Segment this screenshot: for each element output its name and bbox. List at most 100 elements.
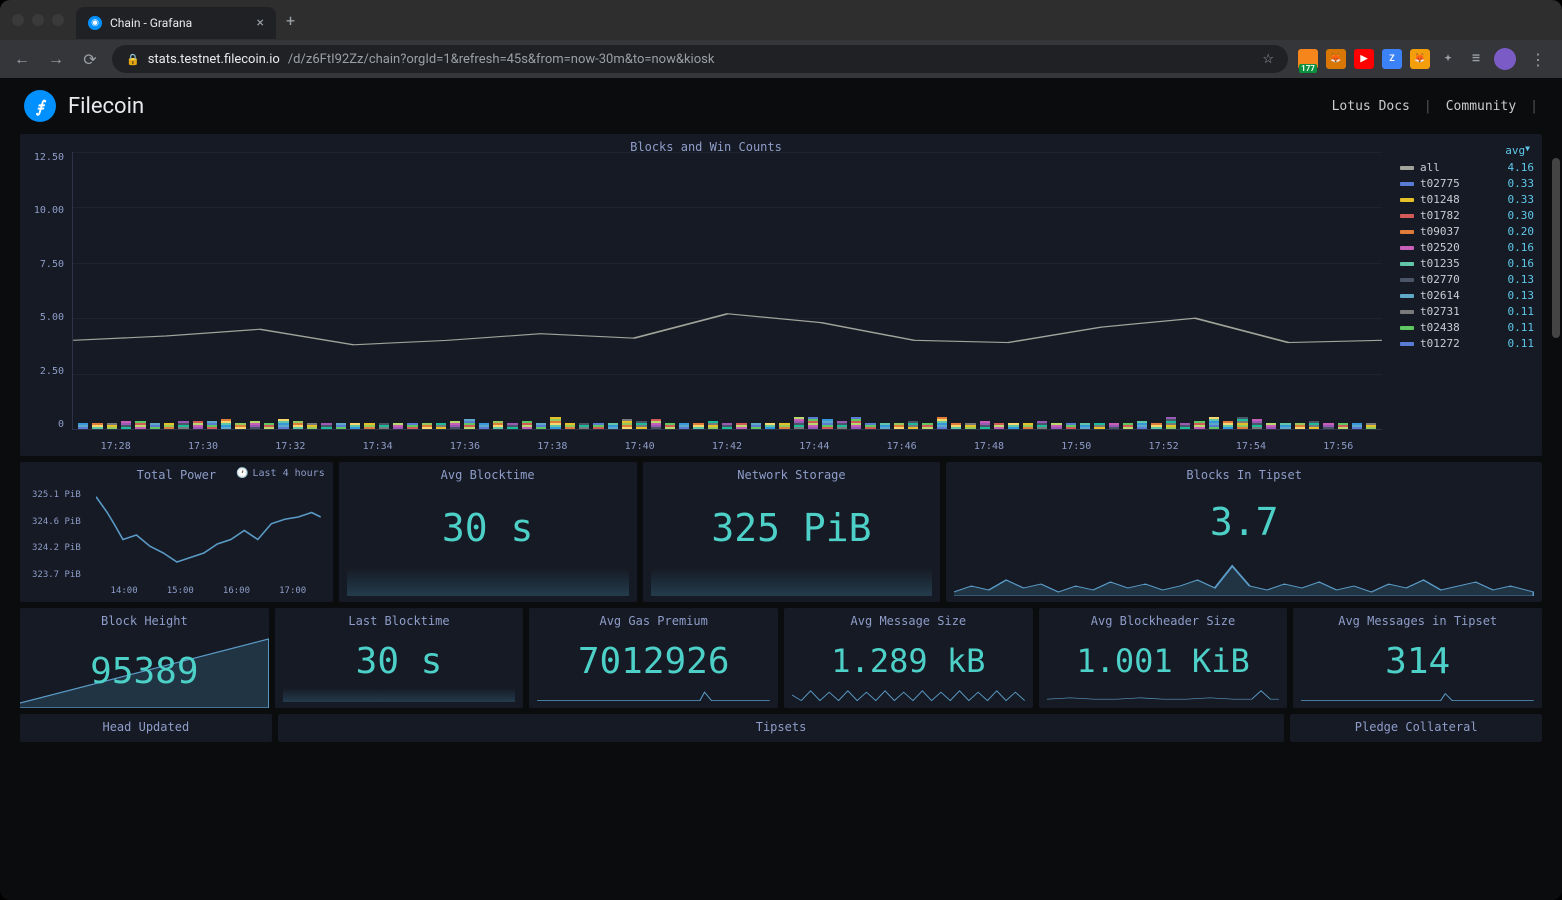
browser-tab[interactable]: ◉ Chain - Grafana ×: [76, 7, 276, 39]
bar[interactable]: [1252, 419, 1262, 429]
bar[interactable]: [1352, 423, 1362, 429]
legend-item[interactable]: t017820.30: [1400, 209, 1534, 222]
legend-item[interactable]: t027750.33: [1400, 177, 1534, 190]
bar[interactable]: [708, 421, 718, 429]
panel-last-blocktime[interactable]: Last Blocktime 30 s: [275, 608, 524, 708]
panel-blocks-win-counts[interactable]: Blocks and Win Counts 12.5010.007.505.00…: [20, 134, 1542, 456]
bar[interactable]: [765, 423, 775, 429]
bar[interactable]: [608, 423, 618, 429]
bar[interactable]: [1023, 423, 1033, 429]
bar[interactable]: [593, 423, 603, 429]
forward-button[interactable]: →: [44, 49, 68, 69]
bar[interactable]: [1237, 417, 1247, 429]
extension-icon[interactable]: Z: [1382, 49, 1402, 69]
panel-block-height[interactable]: Block Height 95389: [20, 608, 269, 708]
bar[interactable]: [107, 423, 117, 429]
extension-icon[interactable]: 🦊: [1410, 49, 1430, 69]
bar[interactable]: [722, 423, 732, 429]
extension-icon[interactable]: ▶: [1354, 49, 1374, 69]
bar[interactable]: [178, 421, 188, 429]
legend-item[interactable]: t026140.13: [1400, 289, 1534, 302]
bar[interactable]: [565, 423, 575, 429]
panel-network-storage[interactable]: Network Storage 325 PiB: [643, 462, 941, 602]
bar[interactable]: [1338, 423, 1348, 429]
profile-avatar[interactable]: [1494, 48, 1516, 70]
minimize-window-button[interactable]: [32, 14, 44, 26]
bar[interactable]: [894, 423, 904, 429]
bar[interactable]: [922, 423, 932, 429]
bar[interactable]: [1080, 423, 1090, 429]
panel-pledge-collateral[interactable]: Pledge Collateral: [1290, 714, 1542, 742]
nav-lotus-docs[interactable]: Lotus Docs: [1332, 99, 1410, 114]
legend-item[interactable]: t024380.11: [1400, 321, 1534, 334]
bar[interactable]: [1008, 423, 1018, 429]
bar[interactable]: [822, 419, 832, 429]
bar[interactable]: [1166, 417, 1176, 429]
legend-item[interactable]: t090370.20: [1400, 225, 1534, 238]
bar[interactable]: [1180, 423, 1190, 429]
panel-head-updated[interactable]: Head Updated: [20, 714, 272, 742]
browser-menu-button[interactable]: ⋮: [1524, 50, 1552, 69]
close-window-button[interactable]: [12, 14, 24, 26]
bar[interactable]: [779, 423, 789, 429]
legend-item[interactable]: t012350.16: [1400, 257, 1534, 270]
bar[interactable]: [321, 423, 331, 429]
bar[interactable]: [407, 423, 417, 429]
bar[interactable]: [422, 423, 432, 429]
bar[interactable]: [121, 421, 131, 429]
bar[interactable]: [1223, 421, 1233, 429]
maximize-window-button[interactable]: [52, 14, 64, 26]
legend-item[interactable]: all4.16: [1400, 161, 1534, 174]
reload-button[interactable]: ⟳: [78, 50, 102, 69]
panel-avg-blocktime[interactable]: Avg Blocktime 30 s: [339, 462, 637, 602]
bar[interactable]: [951, 423, 961, 429]
bar[interactable]: [250, 421, 260, 429]
bar[interactable]: [135, 421, 145, 429]
bar[interactable]: [1051, 423, 1061, 429]
bar[interactable]: [1266, 423, 1276, 429]
legend-item[interactable]: t012720.11: [1400, 337, 1534, 350]
url-bar[interactable]: 🔒 stats.testnet.filecoin.io/d/z6FtI92Zz/…: [112, 45, 1288, 73]
panel-blocks-in-tipset[interactable]: Blocks In Tipset 3.7: [946, 462, 1542, 602]
bar[interactable]: [536, 423, 546, 429]
extension-metamask-icon[interactable]: 177: [1298, 49, 1318, 69]
reading-list-icon[interactable]: ☰: [1466, 49, 1486, 69]
bar[interactable]: [1123, 423, 1133, 429]
bar[interactable]: [1066, 423, 1076, 429]
bar[interactable]: [636, 421, 646, 429]
bar[interactable]: [493, 421, 503, 429]
bar[interactable]: [1366, 423, 1376, 429]
bar[interactable]: [851, 417, 861, 429]
bar[interactable]: [837, 421, 847, 429]
legend-item[interactable]: t012480.33: [1400, 193, 1534, 206]
bar[interactable]: [908, 421, 918, 429]
bar[interactable]: [307, 423, 317, 429]
bar[interactable]: [436, 423, 446, 429]
bar[interactable]: [450, 421, 460, 429]
legend-item[interactable]: t025200.16: [1400, 241, 1534, 254]
scrollbar-thumb[interactable]: [1552, 158, 1560, 338]
bar[interactable]: [965, 423, 975, 429]
bar[interactable]: [464, 419, 474, 429]
bar[interactable]: [1280, 423, 1290, 429]
bar[interactable]: [794, 417, 804, 429]
bar[interactable]: [1151, 423, 1161, 429]
legend-item[interactable]: t027700.13: [1400, 273, 1534, 286]
bar[interactable]: [264, 423, 274, 429]
bar[interactable]: [1295, 423, 1305, 429]
bar[interactable]: [1137, 421, 1147, 429]
bar[interactable]: [808, 417, 818, 429]
bar[interactable]: [736, 423, 746, 429]
bar[interactable]: [651, 419, 661, 429]
bar[interactable]: [622, 419, 632, 429]
panel-avg-gas-premium[interactable]: Avg Gas Premium 7012926: [529, 608, 778, 708]
back-button[interactable]: ←: [10, 49, 34, 69]
bar[interactable]: [293, 421, 303, 429]
extension-icon[interactable]: 🦊: [1326, 49, 1346, 69]
bar[interactable]: [164, 423, 174, 429]
bar[interactable]: [665, 423, 675, 429]
bar[interactable]: [207, 421, 217, 429]
bar[interactable]: [92, 423, 102, 429]
bookmark-star-icon[interactable]: ☆: [1262, 52, 1274, 67]
bar[interactable]: [1109, 423, 1119, 429]
